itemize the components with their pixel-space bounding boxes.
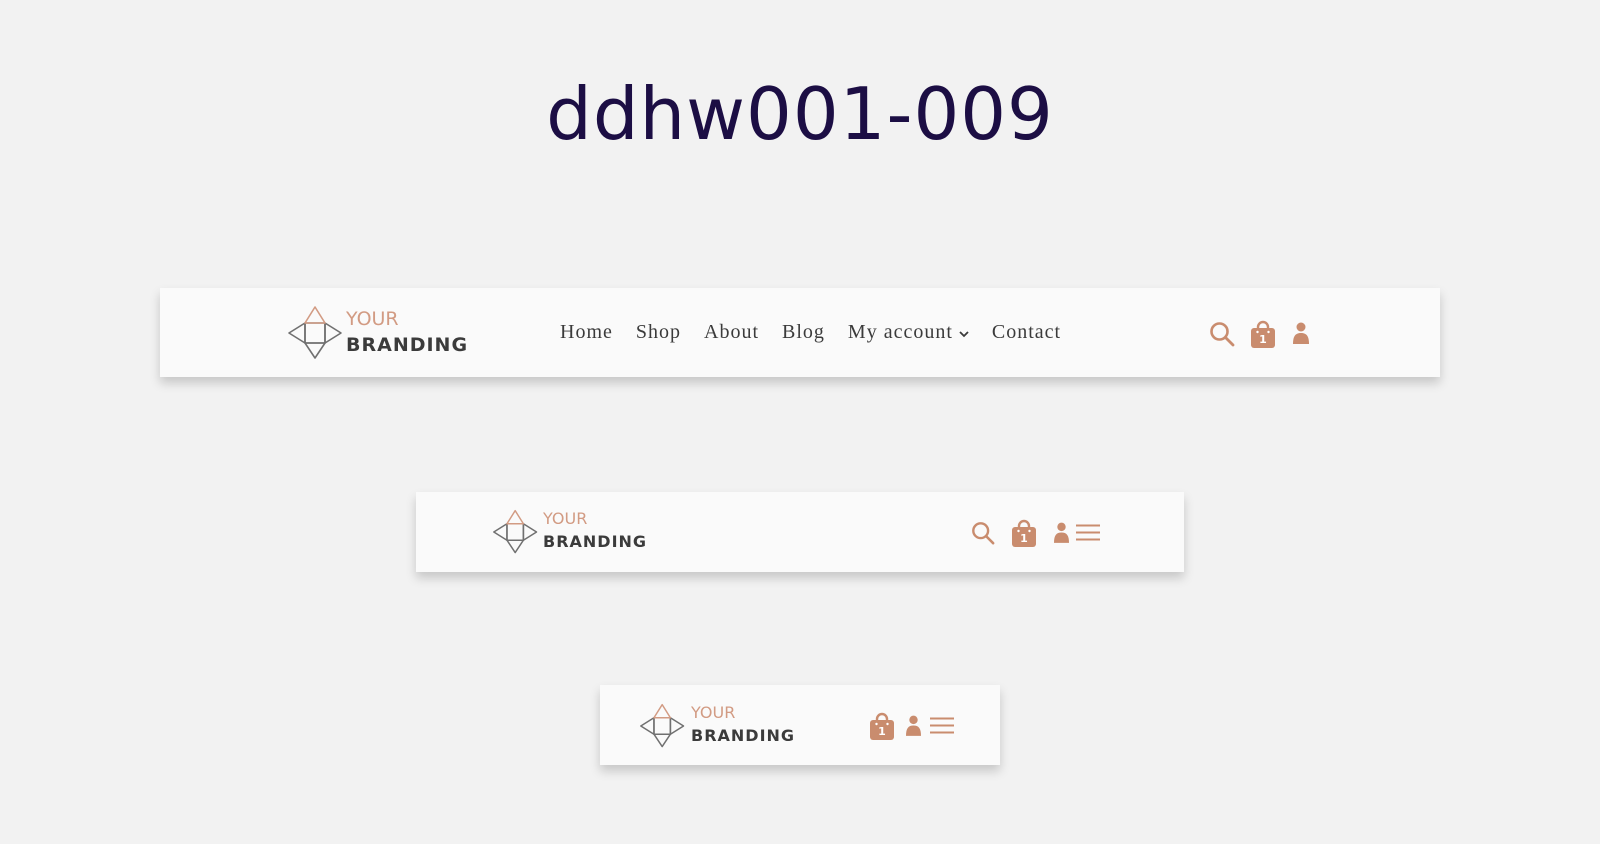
logo-text-branding: BRANDING [543,532,648,551]
main-nav: Home Shop About Blog My account Contact [560,288,1084,377]
nav-item-my-account-label: My account [847,321,953,343]
mobile-header: YOUR BRANDING 1 [600,685,1000,765]
nav-item-shop[interactable]: Shop [636,321,681,344]
user-icon[interactable] [1293,322,1309,344]
hamburger-menu-icon[interactable] [1076,524,1100,541]
chevron-down-icon [959,321,969,344]
user-icon[interactable] [906,715,921,736]
logo-diamond-icon [493,509,538,554]
shopping-bag-icon[interactable]: 1 [1251,320,1275,348]
search-icon[interactable] [1209,321,1235,347]
shopping-bag-icon[interactable]: 1 [1012,519,1036,547]
shopping-bag-icon[interactable]: 1 [870,712,894,740]
nav-item-my-account[interactable]: My account [848,321,969,344]
logo-text-branding: BRANDING [346,334,469,356]
cart-count-badge: 1 [1259,333,1267,346]
desktop-header: YOUR BRANDING Home Shop About Blog My ac… [160,288,1440,377]
hamburger-menu-icon[interactable] [930,717,954,734]
nav-item-about[interactable]: About [704,321,759,344]
brand-logo[interactable]: YOUR BRANDING [640,703,794,749]
logo-text-branding: BRANDING [691,726,796,745]
logo-text-your: YOUR [346,308,399,330]
logo-diamond-icon [640,703,685,748]
search-icon[interactable] [971,521,995,545]
cart-count-badge: 1 [1020,532,1028,545]
nav-item-blog[interactable]: Blog [782,321,825,344]
tablet-header: YOUR BRANDING 1 [416,492,1184,572]
nav-item-home[interactable]: Home [560,321,613,344]
logo-text-your: YOUR [543,509,588,528]
logo-text-your: YOUR [691,703,736,722]
nav-item-contact[interactable]: Contact [992,321,1061,344]
brand-logo[interactable]: YOUR BRANDING [493,509,646,555]
cart-count-badge: 1 [878,725,886,738]
user-icon[interactable] [1054,522,1069,543]
logo-diamond-icon [288,306,342,359]
brand-logo[interactable]: YOUR BRANDING [288,306,467,360]
page-title: ddhw001-009 [546,72,1054,156]
